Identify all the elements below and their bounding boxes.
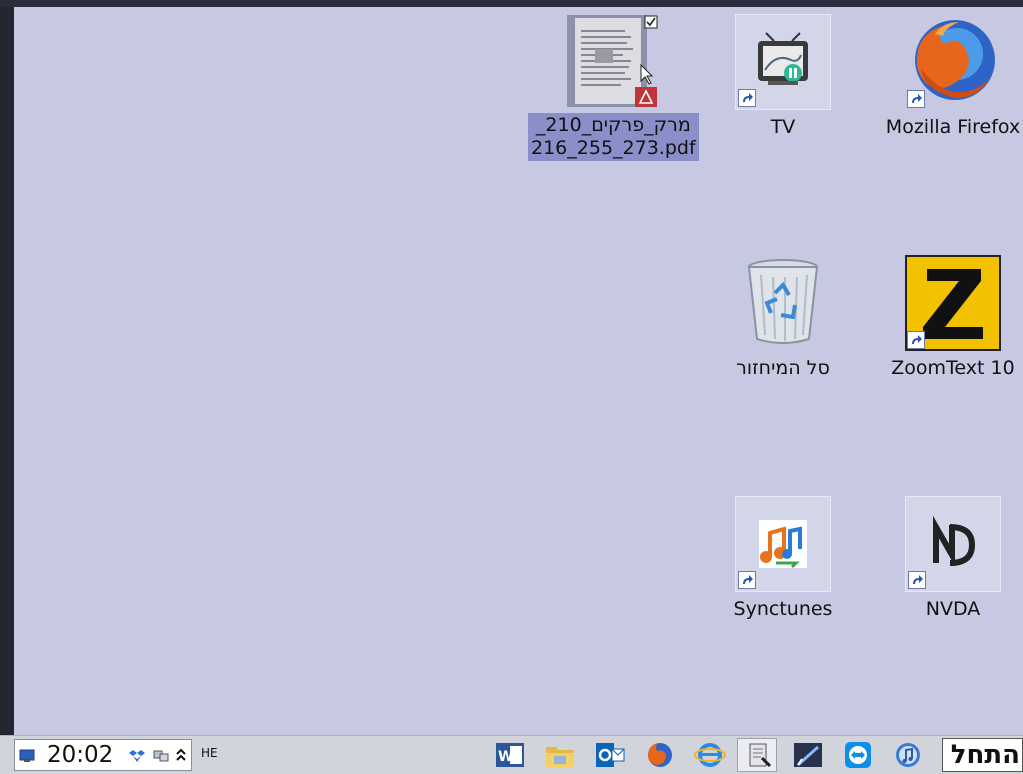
synctunes-icon <box>735 496 831 592</box>
taskbar-file-explorer[interactable] <box>540 738 580 772</box>
desktop-icon-zoomtext[interactable]: ZoomText 10 <box>868 255 1023 379</box>
desktop-icon-synctunes[interactable]: Synctunes <box>698 496 868 620</box>
outlook-icon <box>596 743 625 767</box>
desktop-icon-recycle-bin[interactable]: סל המיחזור <box>698 255 868 379</box>
start-label: התחל <box>950 740 1020 770</box>
taskbar-itunes[interactable] <box>888 738 928 772</box>
svg-text:W: W <box>498 749 513 765</box>
document-viewer-icon <box>749 743 772 768</box>
start-button[interactable]: התחל <box>942 738 1023 772</box>
taskbar-word[interactable]: W <box>490 738 530 772</box>
taskbar-outlook[interactable] <box>590 738 630 772</box>
clock[interactable]: 20:02 <box>47 742 113 768</box>
taskbar-internet-explorer[interactable] <box>690 738 730 772</box>
language-indicator[interactable]: HE <box>201 746 218 760</box>
itunes-icon <box>896 743 920 767</box>
desktop-icon-firefox[interactable]: Mozilla Firefox <box>868 14 1023 138</box>
tv-icon <box>735 14 831 110</box>
taskbar-firefox[interactable] <box>640 738 680 772</box>
firefox-label: Mozilla Firefox <box>885 116 1021 138</box>
word-icon: W <box>496 743 524 767</box>
network-icon[interactable] <box>153 748 169 768</box>
taskbar-pen-tool[interactable] <box>788 738 828 772</box>
teamviewer-icon <box>845 742 871 768</box>
chevron-up-icon[interactable] <box>175 746 187 768</box>
taskbar-document-viewer[interactable] <box>737 738 777 772</box>
show-desktop-icon[interactable] <box>19 748 35 767</box>
pdf-label-line1: _מרק_פרקים_210 <box>535 114 691 136</box>
shortcut-arrow-icon <box>907 90 925 108</box>
tv-label: TV <box>770 116 796 138</box>
shortcut-arrow-icon <box>908 571 926 589</box>
zoomtext-label: ZoomText 10 <box>891 357 1015 379</box>
taskbar: 20:02 HE W התחל <box>0 735 1023 774</box>
pen-tool-icon <box>794 743 822 767</box>
synctunes-label: Synctunes <box>733 598 833 620</box>
taskbar-teamviewer[interactable] <box>838 738 878 772</box>
file-explorer-icon <box>546 747 574 767</box>
shortcut-arrow-icon <box>738 571 756 589</box>
zoomtext-icon <box>905 255 1001 351</box>
desktop-icon-nvda[interactable]: NVDA <box>868 496 1023 620</box>
recycle-bin-label: סל המיחזור <box>736 357 830 379</box>
shortcut-arrow-icon <box>907 331 925 349</box>
pdf-label-line2: 216_255_273.pdf <box>531 137 696 159</box>
system-tray: 20:02 <box>14 739 192 771</box>
left-window-edge <box>0 7 14 735</box>
pdf-file-label: _מרק_פרקים_210 216_255_273.pdf <box>528 113 699 161</box>
top-window-edge <box>0 0 1023 7</box>
recycle-bin-icon <box>735 255 831 351</box>
pdf-file-icon <box>565 13 661 109</box>
shortcut-arrow-icon <box>738 89 756 107</box>
desktop-icon-tv[interactable]: TV <box>698 14 868 138</box>
nvda-label: NVDA <box>925 598 981 620</box>
firefox-icon <box>648 743 672 767</box>
nvda-icon <box>905 496 1001 592</box>
firefox-icon <box>905 14 1001 110</box>
internet-explorer-icon <box>694 743 726 767</box>
desktop-icon-pdf[interactable]: _מרק_פרקים_210 216_255_273.pdf <box>528 13 699 161</box>
dropbox-icon[interactable] <box>129 748 145 768</box>
